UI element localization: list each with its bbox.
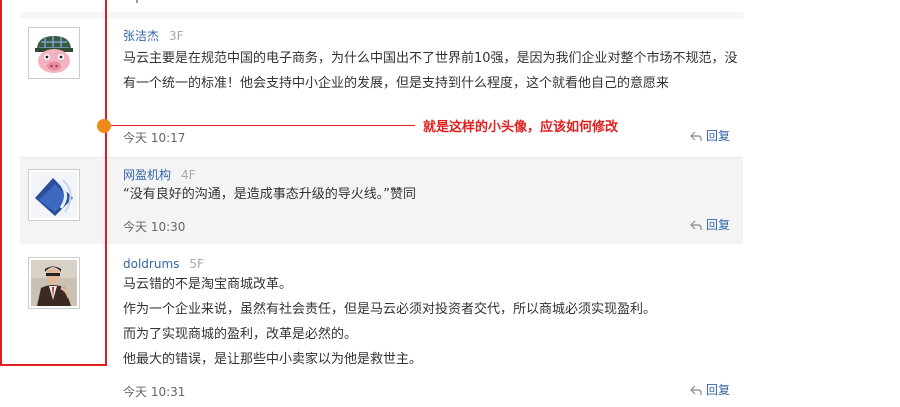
reply-label: 回复 — [706, 383, 731, 397]
comment-item: 张洁杰 3F 马云主要是在规范中国的电子商务，为什么中国出不了世界前10强，是因为… — [20, 18, 743, 158]
comment-meta: 张洁杰 3F — [123, 29, 184, 43]
comment-text-line: 而为了实现商城的盈利，改革是必然的。 — [123, 327, 358, 342]
comment-text-line: 作为一个企业来说，虽然有社会责任，但是马云必须对投资者交代，所以商城必须实现盈利… — [123, 302, 657, 317]
reply-button[interactable]: 回复 — [690, 129, 730, 143]
comment-body: “没有良好的沟通，是造成事态升级的导火线。”赞同 — [123, 185, 745, 205]
comment-text-line: 他最大的错误，是让那些中小卖家以为他是救世主。 — [123, 352, 423, 367]
comment-list: 张洁杰 3F 马云主要是在规范中国的电子商务，为什么中国出不了世界前10强，是因为… — [20, 0, 743, 407]
reply-label: 回复 — [706, 218, 731, 232]
person-photo-avatar-icon — [31, 260, 77, 306]
comment-meta: 网盈机构 4F — [123, 168, 196, 182]
comment-text: 马云主要是在规范中国的电子商务，为什么中国出不了世界前10强，是因为我们企业对整… — [123, 51, 738, 91]
floor-number: 4F — [181, 168, 196, 182]
comment-time: 今天 10:31 — [123, 385, 186, 399]
reply-button[interactable]: 回复 — [690, 218, 730, 232]
comment-meta: doldrums 5F — [123, 257, 204, 271]
floor-number: 5F — [189, 257, 204, 271]
comment-time: 今天 10:30 — [123, 220, 186, 234]
avatar[interactable] — [28, 257, 80, 309]
username-link[interactable]: 张洁杰 — [123, 29, 159, 43]
comment-text: “没有良好的沟通，是造成事态升级的导火线。”赞同 — [123, 187, 416, 202]
avatar[interactable] — [28, 27, 80, 79]
reply-label: 回复 — [706, 129, 731, 143]
reply-button[interactable]: 回复 — [690, 383, 730, 397]
callout-dot — [97, 119, 111, 133]
annotation-text: 就是这样的小头像，应该如何修改 — [423, 120, 619, 135]
reply-icon — [690, 220, 702, 230]
floor-number: 3F — [169, 29, 184, 43]
blue-logo-avatar-icon — [31, 172, 77, 218]
comment-item: 网盈机构 4F “没有良好的沟通，是造成事态升级的导火线。”赞同 今天 10:30… — [20, 158, 743, 244]
username-link[interactable]: doldrums — [123, 257, 179, 271]
callout-line — [104, 125, 415, 126]
reply-icon — [690, 131, 702, 141]
username-link[interactable]: 网盈机构 — [123, 168, 171, 182]
pig-cap-avatar-icon — [31, 30, 77, 76]
comment-text-line: 马云错的不是淘宝商城改革。 — [123, 277, 293, 292]
comment-item: doldrums 5F 马云错的不是淘宝商城改革。 作为一个企业来说，虽然有社会责… — [20, 245, 743, 407]
avatar[interactable] — [28, 169, 80, 221]
comment-body: 马云错的不是淘宝商城改革。 作为一个企业来说，虽然有社会责任，但是马云必须对投资… — [123, 272, 745, 372]
comment-time: 今天 10:17 — [123, 131, 186, 145]
comment-body: 马云主要是在规范中国的电子商务，为什么中国出不了世界前10强，是因为我们企业对整… — [123, 46, 745, 96]
previous-comment-edge — [136, 0, 138, 3]
reply-icon — [690, 385, 702, 395]
